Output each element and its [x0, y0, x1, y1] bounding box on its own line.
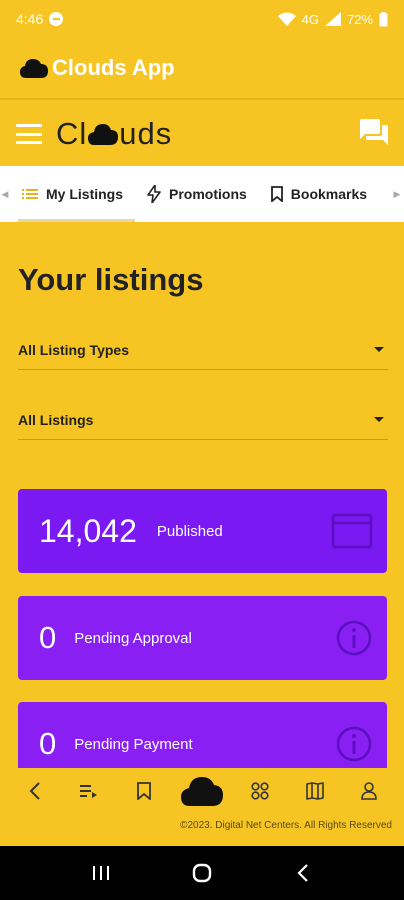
back-icon	[297, 864, 309, 882]
dnd-icon	[49, 12, 64, 26]
lightning-icon	[147, 185, 161, 203]
tab-promotions[interactable]: Promotions	[135, 166, 259, 222]
info-icon	[336, 620, 372, 656]
home-icon	[192, 863, 212, 883]
tab-label: Promotions	[169, 186, 247, 202]
list-icon	[22, 189, 38, 199]
stat-label: Published	[156, 522, 223, 540]
page-title: Your listings	[18, 262, 204, 297]
listing-type-value: All Listing Types	[18, 341, 129, 358]
playlist-icon	[80, 785, 98, 798]
bookmark-icon	[270, 186, 283, 202]
nav-home-button[interactable]	[178, 771, 226, 811]
status-time: 4:46	[16, 11, 44, 27]
tab-scroll-right-icon[interactable]: ▶	[392, 189, 402, 200]
wifi-icon	[277, 12, 296, 26]
nav-apps-button[interactable]	[240, 771, 280, 811]
chat-icon	[360, 118, 388, 145]
listing-type-select[interactable]: All Listing Types	[18, 330, 388, 370]
tab-scroll-left-icon[interactable]: ◀	[0, 189, 10, 200]
stat-value: 0	[39, 620, 57, 655]
home-button[interactable]	[180, 851, 224, 895]
chevron-down-icon	[374, 417, 384, 422]
battery-icon	[379, 11, 388, 26]
status-bar: 4:46 4G 72%	[0, 0, 404, 38]
cloud-logo-icon	[180, 777, 223, 806]
chevron-down-icon	[374, 347, 384, 352]
recent-apps-icon	[92, 866, 109, 880]
app-header: Clouds App	[0, 38, 404, 100]
nav-map-button[interactable]	[295, 771, 335, 811]
brand-suffix: uds	[119, 116, 173, 151]
tab-bookmarks[interactable]: Bookmarks	[259, 166, 379, 222]
tab-label: My Listings	[46, 186, 124, 202]
system-back-button[interactable]	[281, 851, 325, 895]
chat-button[interactable]	[360, 118, 388, 150]
nav-profile-button[interactable]	[349, 771, 389, 811]
battery-level: 72%	[346, 11, 373, 27]
info-icon	[336, 726, 372, 762]
nav-bookmark-button[interactable]	[124, 771, 164, 811]
bookmark-icon	[136, 782, 151, 800]
stat-card-pending-approval[interactable]: 0 Pending Approval	[18, 596, 387, 680]
user-icon	[361, 782, 377, 800]
status-left: 4:46	[16, 11, 64, 27]
stat-label: Pending Approval	[74, 629, 192, 647]
brand-logo: Cl uds	[56, 116, 172, 152]
recent-apps-button[interactable]	[79, 851, 123, 895]
nav-back-button[interactable]	[15, 771, 55, 811]
browser-window-icon	[331, 513, 373, 549]
signal-icon	[324, 12, 341, 26]
cloud-logo-icon	[20, 59, 48, 78]
brand-bar: Cl uds	[0, 102, 404, 166]
listing-status-value: All Listings	[18, 411, 94, 428]
map-icon	[305, 782, 324, 800]
apps-icon	[251, 782, 269, 800]
stat-value: 0	[39, 726, 57, 761]
nav-playlist-button[interactable]	[69, 771, 109, 811]
tab-my-listings[interactable]: My Listings	[10, 166, 136, 222]
stat-value: 14,042	[39, 512, 137, 549]
stat-label: Pending Payment	[74, 735, 193, 753]
footer-copyright: ©2023. Digital Net Centers. All Rights R…	[180, 820, 392, 831]
status-right: 4G 72%	[277, 11, 388, 27]
listing-status-select[interactable]: All Listings	[18, 400, 388, 440]
stat-card-published[interactable]: 14,042 Published	[18, 489, 387, 573]
bottom-nav	[0, 768, 404, 814]
back-icon	[29, 782, 40, 800]
system-nav-bar	[0, 846, 404, 900]
cloud-icon	[88, 124, 119, 145]
network-type: 4G	[301, 11, 319, 27]
menu-button[interactable]	[16, 124, 42, 144]
brand-prefix: Cl	[56, 116, 88, 151]
tab-label: Bookmarks	[290, 186, 368, 202]
tabs-bar: ◀ My Listings Promotions Bookmarks ▶	[0, 166, 404, 222]
app-title: Clouds App	[52, 55, 175, 80]
